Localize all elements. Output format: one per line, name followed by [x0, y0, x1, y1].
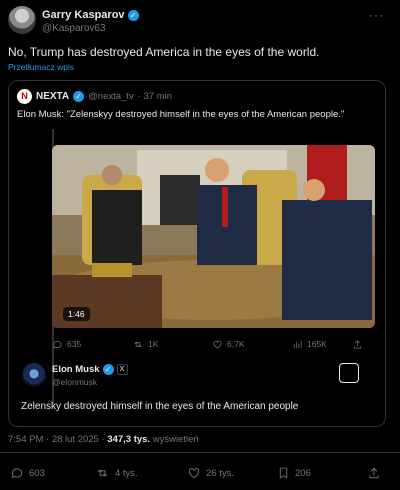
author-avatar[interactable]: [8, 6, 36, 34]
post-meta: 7:54 PM · 28 lut 2025 · 347,3 tys. wyświ…: [8, 434, 199, 445]
like-button[interactable]: 26 tys.: [187, 466, 277, 480]
bookmark-icon: [279, 467, 288, 479]
author-name[interactable]: Garry Kasparov: [42, 9, 125, 21]
repost-icon: [134, 341, 142, 347]
embedded-author-name[interactable]: Elon Musk: [52, 364, 100, 375]
divider: [0, 452, 400, 453]
like-count: 26 tys.: [206, 467, 234, 479]
views-icon: [293, 340, 302, 348]
bookmark-button[interactable]: 206: [277, 466, 367, 480]
quoted-post[interactable]: N NEXTA ✓ @nexta_tv · 37 min Elon Musk: …: [8, 80, 386, 427]
author-name-row: Garry Kasparov ✓: [42, 9, 139, 21]
post-text: No, Trump has destroyed America in the e…: [8, 45, 320, 59]
author-handle[interactable]: @Kasparov63: [42, 23, 106, 34]
reply-icon: [11, 468, 23, 479]
post-header: Garry Kasparov ✓ @Kasparov63 ···: [8, 6, 392, 38]
quoted-views-button[interactable]: 165K: [292, 339, 352, 350]
video-scene-image: [52, 145, 375, 328]
quoted-author-name[interactable]: NEXTA: [36, 91, 69, 102]
embedded-post-logo-icon[interactable]: [339, 363, 359, 383]
views-label: wyświetleń: [150, 434, 199, 445]
reply-icon: [53, 340, 62, 349]
quoted-post-time: · 37 min: [137, 91, 173, 102]
quoted-views-count: 165K: [307, 339, 327, 349]
repost-icon: [98, 469, 107, 477]
views-count: 347,3 tys.: [107, 434, 151, 445]
embedded-author-row: Elon Musk ✓ X: [52, 364, 128, 375]
reply-button[interactable]: 603: [10, 466, 95, 480]
post-actions: 603 4 tys. 26 tys. 206: [10, 465, 390, 481]
heart-icon: [188, 468, 200, 479]
video-thumbnail[interactable]: [52, 145, 375, 328]
post-timestamp[interactable]: 7:54 PM · 28 lut 2025 ·: [8, 434, 107, 445]
share-icon: [369, 467, 379, 479]
embedded-author-handle[interactable]: @elonmusk: [52, 377, 97, 387]
verified-badge-icon: ✓: [73, 91, 85, 102]
share-icon: [353, 339, 362, 349]
verified-badge-icon: ✓: [127, 9, 139, 21]
embedded-post-text: Zelensky destroyed himself in the eyes o…: [21, 401, 299, 412]
quoted-like-count: 6,7K: [227, 339, 245, 349]
quoted-reply-count: 635: [67, 339, 82, 349]
reply-count: 603: [29, 467, 45, 479]
repost-count: 4 tys.: [115, 467, 138, 479]
quoted-reply-button[interactable]: 635: [52, 339, 132, 350]
quoted-post-header: N NEXTA ✓ @nexta_tv · 37 min: [17, 89, 172, 104]
video-duration: 1:46: [63, 307, 90, 321]
more-options-icon[interactable]: ···: [369, 8, 384, 22]
quoted-post-text: Elon Musk: "Zelenskyy destroyed himself …: [17, 109, 345, 120]
embedded-author-avatar[interactable]: [22, 363, 46, 387]
quoted-share-button[interactable]: [352, 339, 363, 350]
quoted-repost-count: 1K: [148, 339, 159, 349]
bookmark-count: 206: [295, 467, 311, 479]
quoted-repost-button[interactable]: 1K: [132, 339, 212, 350]
repost-button[interactable]: 4 tys.: [95, 466, 187, 480]
quoted-post-actions: 635 1K 6,7K 165K: [52, 336, 372, 352]
translate-link[interactable]: Przetłumacz wpis: [8, 62, 74, 72]
quoted-like-button[interactable]: 6,7K: [212, 339, 292, 350]
heart-icon: [213, 340, 222, 349]
verified-badge-icon: ✓: [102, 364, 114, 375]
x-affiliate-badge: X: [116, 364, 128, 375]
nexta-avatar[interactable]: N: [17, 89, 32, 104]
share-button[interactable]: [367, 466, 381, 480]
quoted-author-handle[interactable]: @nexta_tv: [88, 91, 134, 102]
